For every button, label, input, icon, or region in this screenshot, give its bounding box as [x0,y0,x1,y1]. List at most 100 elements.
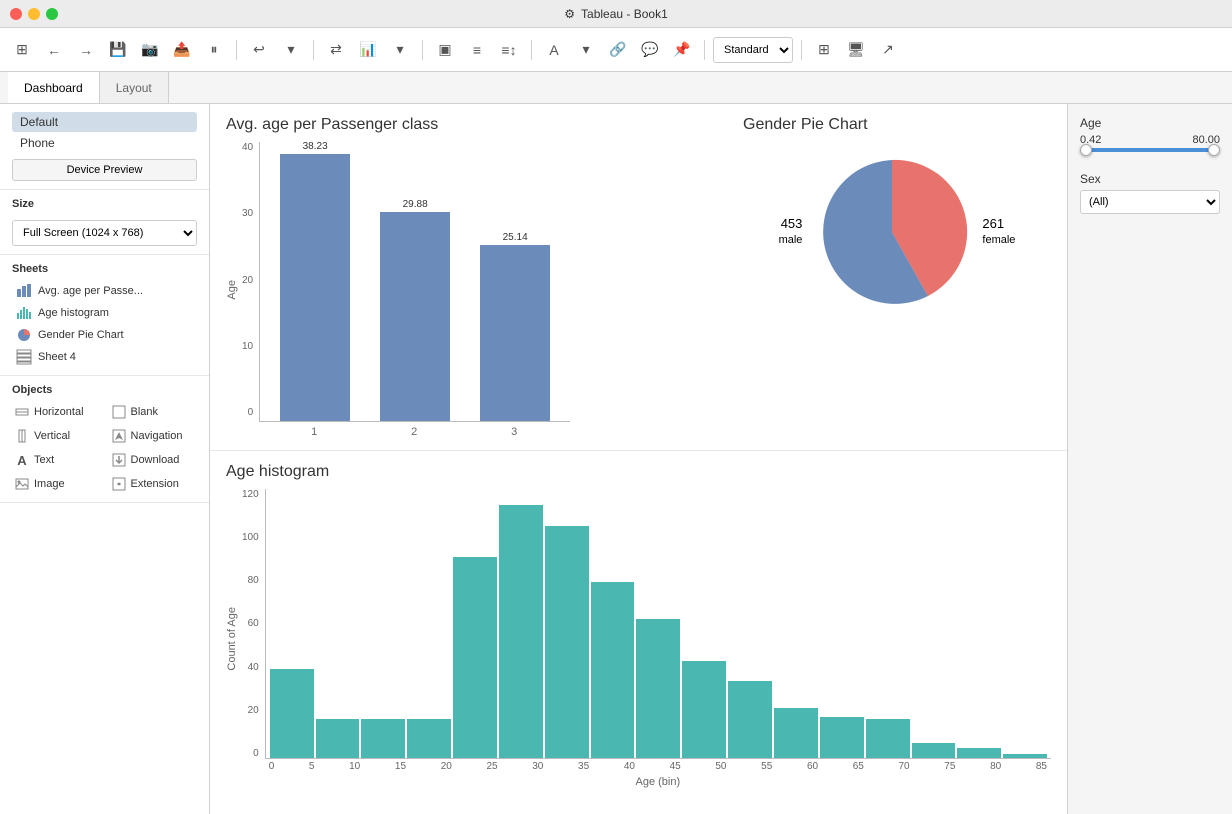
bar-chart-body: 38.23 29.88 25.14 [259,142,570,438]
y-ticks: 0 10 20 30 40 [242,142,255,422]
object-image[interactable]: Image [12,474,101,494]
object-download[interactable]: Download [109,450,198,470]
image-icon [14,476,30,492]
hist-body: 0 5 10 15 20 25 30 35 40 45 50 55 60 65 [265,489,1051,788]
pause-button[interactable]: ⏸ [200,36,228,64]
histogram-title: Age histogram [226,463,1051,481]
device-default[interactable]: Default [12,112,197,132]
sheet-item-bar[interactable]: Avg. age per Passe... [12,281,197,301]
horizontal-icon [14,404,30,420]
share-button[interactable]: ↗ [874,36,902,64]
male-label: 453 male [779,215,803,249]
save-button[interactable]: 💾 [104,36,132,64]
separator-2 [313,40,314,60]
titlebar: ⚙ Tableau - Book1 [0,0,1232,28]
bar-chart-icon [16,283,32,299]
separator-4 [531,40,532,60]
back-button[interactable]: ← [40,36,68,64]
size-section: Size Full Screen (1024 x 768) [0,190,209,255]
tabbar: Dashboard Layout [0,72,1232,104]
device-phone[interactable]: Phone [12,133,197,153]
bar-value-3: 25.14 [503,232,528,243]
hist-y-label: Count of Age [226,607,238,671]
hist-y-ticks: 0 20 40 60 80 100 120 [242,489,261,759]
x-label-1: 1 [279,426,349,438]
bar-group-3: 25.14 [480,232,550,421]
link-button[interactable]: 🔗 [604,36,632,64]
minimize-button[interactable] [28,8,40,20]
vertical-icon [14,428,30,444]
hbar-80 [1003,754,1047,758]
standard-dropdown[interactable]: Standard [713,37,793,63]
object-navigation[interactable]: Navigation [109,426,198,446]
x-label-3: 3 [479,426,549,438]
sex-dropdown[interactable]: (All) male female [1080,190,1220,214]
select-button[interactable]: ▣ [431,36,459,64]
hbar-65 [866,719,910,758]
age-slider[interactable] [1080,148,1220,160]
bar-chart-title: Avg. age per Passenger class [226,116,711,134]
home-button[interactable]: ⊞ [8,36,36,64]
capture-button[interactable]: 📷 [136,36,164,64]
sheet-label-2: Age histogram [38,307,109,319]
hbar-15 [407,719,451,758]
object-horizontal[interactable]: Horizontal [12,402,101,422]
age-filter-title: Age [1080,116,1220,130]
present-button[interactable]: 🖥 [842,36,870,64]
device-preview-button[interactable]: Device Preview [12,159,197,181]
undo-button[interactable]: ↩ [245,36,273,64]
pie-wrapper: 453 male 261 female [743,142,1051,322]
chart-type-button[interactable]: 📊 [354,36,382,64]
female-count: 261 [982,215,1015,233]
maximize-button[interactable] [46,8,58,20]
main-area: Default Phone Device Preview Size Full S… [0,104,1232,814]
bar-chart-wrapper: Age 0 10 20 30 40 38.23 [226,142,711,438]
bar-2 [380,212,450,421]
color-dropdown[interactable]: ▾ [572,36,600,64]
dashboard-size-button[interactable]: ⊞ [810,36,838,64]
separator-5 [704,40,705,60]
content-area: Avg. age per Passenger class Age 0 10 20… [210,104,1067,814]
bar-1 [280,154,350,421]
object-vertical[interactable]: Vertical [12,426,101,446]
view-button[interactable]: ≡ [463,36,491,64]
tooltip-button[interactable]: 💬 [636,36,664,64]
sheet-item-4[interactable]: Sheet 4 [12,347,197,367]
undo-dropdown[interactable]: ▾ [277,36,305,64]
tab-layout[interactable]: Layout [100,72,169,103]
slider-thumb-left[interactable] [1080,144,1092,156]
hbar-45 [682,661,726,758]
hbar-10 [361,719,405,758]
tab-dashboard[interactable]: Dashboard [8,72,100,103]
sheets-title: Sheets [12,263,197,275]
hbar-50 [728,681,772,758]
extract-button[interactable]: 📤 [168,36,196,64]
swap-button[interactable]: ⇄ [322,36,350,64]
filter-button[interactable]: ≡↕ [495,36,523,64]
chart-type-dropdown[interactable]: ▾ [386,36,414,64]
pin-button[interactable]: 📌 [668,36,696,64]
y-axis-label: Age [226,280,238,300]
bar-group-2: 29.88 [380,199,450,421]
sheet-item-histogram[interactable]: Age histogram [12,303,197,323]
bars-container: 38.23 29.88 25.14 [259,142,570,422]
objects-section: Objects Horizontal Blank [0,376,209,503]
sheet-item-pie[interactable]: Gender Pie Chart [12,325,197,345]
color-button[interactable]: A [540,36,568,64]
object-extension[interactable]: Extension [109,474,198,494]
histogram-section: Age histogram Count of Age 0 20 40 60 80… [210,451,1067,800]
object-blank[interactable]: Blank [109,402,198,422]
download-icon [111,452,127,468]
object-text[interactable]: A Text [12,450,101,470]
pie-chart-icon [16,327,32,343]
objects-grid: Horizontal Blank Vertical [12,402,197,494]
top-row: Avg. age per Passenger class Age 0 10 20… [210,104,1067,451]
hist-bars [265,489,1051,759]
right-panel: Age 0.42 80.00 Sex (All) male female [1067,104,1232,814]
app-icon: ⚙ [564,7,575,21]
forward-button[interactable]: → [72,36,100,64]
size-dropdown[interactable]: Full Screen (1024 x 768) [12,220,197,246]
close-button[interactable] [10,8,22,20]
slider-thumb-right[interactable] [1208,144,1220,156]
sheets-section: Sheets Avg. age per Passe... Age histogr… [0,255,209,376]
